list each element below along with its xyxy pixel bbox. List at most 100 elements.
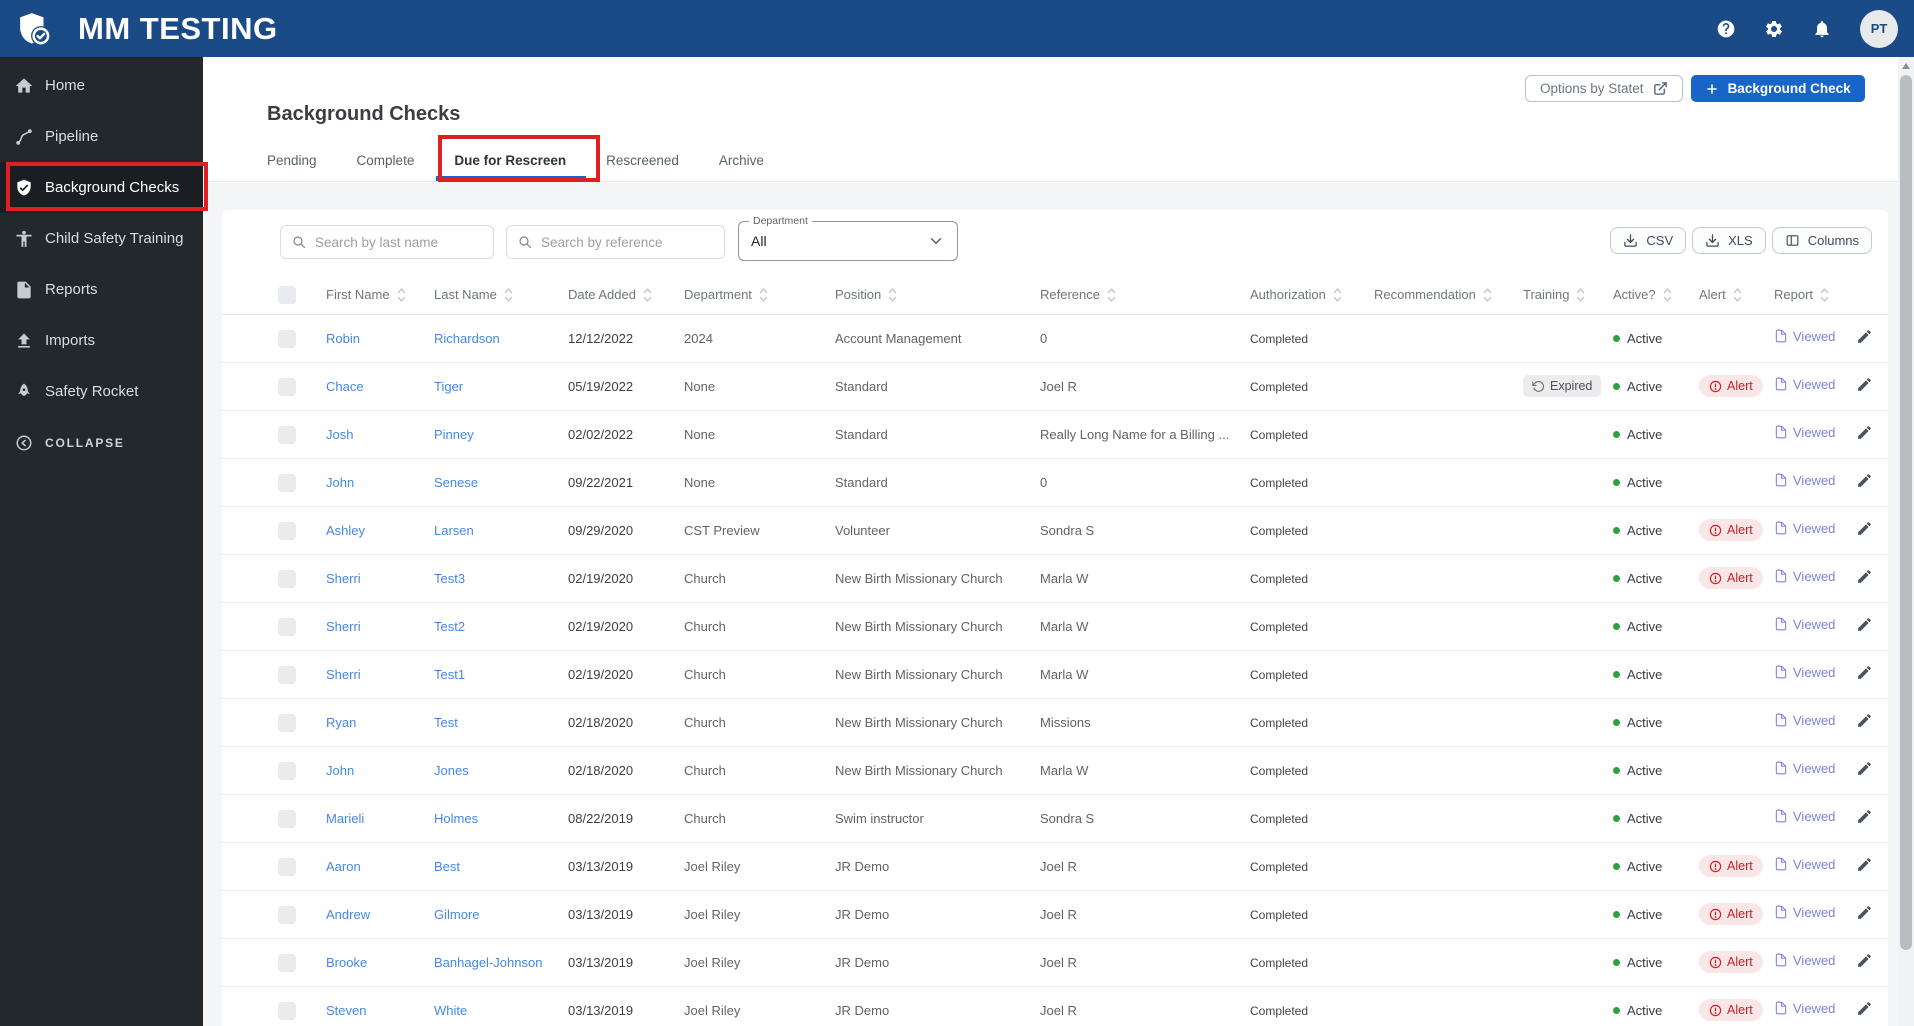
tab-pending[interactable]: Pending [267, 139, 317, 181]
last-name-link[interactable]: Test1 [434, 667, 465, 682]
add-background-check-button[interactable]: Background Check [1690, 75, 1865, 102]
row-checkbox[interactable] [278, 905, 296, 924]
pencil-icon[interactable] [1856, 856, 1873, 873]
last-name-link[interactable]: Gilmore [434, 907, 480, 922]
select-all-checkbox[interactable] [278, 285, 296, 304]
column-header-last-name[interactable]: Last Name [434, 287, 568, 303]
pencil-icon[interactable] [1856, 760, 1873, 777]
first-name-link[interactable]: Chace [326, 379, 364, 394]
last-name-link[interactable]: Richardson [434, 331, 500, 346]
row-checkbox[interactable] [278, 617, 296, 636]
row-checkbox[interactable] [278, 425, 296, 444]
column-header-recommendation[interactable]: Recommendation [1374, 287, 1523, 303]
pencil-icon[interactable] [1856, 568, 1873, 585]
row-checkbox[interactable] [278, 521, 296, 540]
sidebar-collapse-button[interactable]: COLLAPSE [0, 417, 203, 468]
viewed-report-link[interactable]: Viewed [1774, 569, 1835, 584]
row-checkbox[interactable] [278, 329, 296, 348]
viewed-report-link[interactable]: Viewed [1774, 809, 1835, 824]
viewed-report-link[interactable]: Viewed [1774, 425, 1835, 440]
row-checkbox[interactable] [278, 953, 296, 972]
column-header-active-[interactable]: Active? [1613, 287, 1699, 303]
avatar[interactable]: PT [1860, 9, 1898, 48]
column-header-date-added[interactable]: Date Added [568, 287, 684, 303]
pencil-icon[interactable] [1856, 712, 1873, 729]
last-name-link[interactable]: Senese [434, 475, 478, 490]
gear-icon[interactable] [1764, 19, 1784, 39]
pencil-icon[interactable] [1856, 616, 1873, 633]
first-name-link[interactable]: Sherri [326, 571, 361, 586]
viewed-report-link[interactable]: Viewed [1774, 905, 1835, 920]
last-name-link[interactable]: Banhagel-Johnson [434, 955, 542, 970]
search-last-name-input[interactable] [315, 234, 483, 250]
column-header-reference[interactable]: Reference [1040, 287, 1250, 303]
viewed-report-link[interactable]: Viewed [1774, 1001, 1835, 1016]
pencil-icon[interactable] [1856, 904, 1873, 921]
column-header-training[interactable]: Training [1523, 287, 1613, 303]
viewed-report-link[interactable]: Viewed [1774, 713, 1835, 728]
first-name-link[interactable]: Ryan [326, 715, 356, 730]
last-name-link[interactable]: Test [434, 715, 458, 730]
bell-icon[interactable] [1812, 19, 1832, 39]
last-name-link[interactable]: Test3 [434, 571, 465, 586]
first-name-link[interactable]: John [326, 475, 354, 490]
viewed-report-link[interactable]: Viewed [1774, 329, 1835, 344]
tab-archive[interactable]: Archive [719, 139, 764, 181]
sidebar-item-child-safety-training[interactable]: Child Safety Training [0, 213, 203, 264]
viewed-report-link[interactable]: Viewed [1774, 521, 1835, 536]
viewed-report-link[interactable]: Viewed [1774, 761, 1835, 776]
first-name-link[interactable]: Brooke [326, 955, 367, 970]
sidebar-item-pipeline[interactable]: Pipeline [0, 111, 203, 162]
first-name-link[interactable]: Robin [326, 331, 360, 346]
viewed-report-link[interactable]: Viewed [1774, 473, 1835, 488]
department-select[interactable]: Department All [738, 215, 958, 261]
last-name-link[interactable]: Larsen [434, 523, 474, 538]
viewed-report-link[interactable]: Viewed [1774, 857, 1835, 872]
sidebar-item-reports[interactable]: Reports [0, 264, 203, 315]
first-name-link[interactable]: Aaron [326, 859, 361, 874]
first-name-link[interactable]: Sherri [326, 619, 361, 634]
row-checkbox[interactable] [278, 473, 296, 492]
viewed-report-link[interactable]: Viewed [1774, 665, 1835, 680]
viewed-report-link[interactable]: Viewed [1774, 617, 1835, 632]
options-by-state-button[interactable]: Options by Statet [1525, 75, 1683, 102]
last-name-link[interactable]: Holmes [434, 811, 478, 826]
sidebar-item-background-checks[interactable]: Background Checks [0, 162, 203, 213]
first-name-link[interactable]: Steven [326, 1003, 366, 1018]
first-name-link[interactable]: Marieli [326, 811, 364, 826]
column-header-alert[interactable]: Alert [1699, 287, 1774, 303]
sidebar-item-safety-rocket[interactable]: Safety Rocket [0, 366, 203, 417]
column-header-position[interactable]: Position [835, 287, 1040, 303]
csv-button[interactable]: CSV [1610, 227, 1687, 254]
pencil-icon[interactable] [1856, 328, 1873, 345]
row-checkbox[interactable] [278, 377, 296, 396]
first-name-link[interactable]: John [326, 763, 354, 778]
pencil-icon[interactable] [1856, 808, 1873, 825]
pencil-icon[interactable] [1856, 520, 1873, 537]
sidebar-item-home[interactable]: Home [0, 60, 203, 111]
pencil-icon[interactable] [1856, 664, 1873, 681]
viewed-report-link[interactable]: Viewed [1774, 377, 1835, 392]
scrollbar-up-arrow[interactable] [1898, 57, 1914, 74]
tab-due-for-rescreen[interactable]: Due for Rescreen [436, 139, 586, 181]
pencil-icon[interactable] [1856, 376, 1873, 393]
last-name-link[interactable]: Tiger [434, 379, 463, 394]
column-header-department[interactable]: Department [684, 287, 835, 303]
scrollbar-thumb[interactable] [1900, 75, 1912, 950]
pencil-icon[interactable] [1856, 424, 1873, 441]
row-checkbox[interactable] [278, 857, 296, 876]
last-name-link[interactable]: Best [434, 859, 460, 874]
row-checkbox[interactable] [278, 1001, 296, 1020]
first-name-link[interactable]: Andrew [326, 907, 370, 922]
viewed-report-link[interactable]: Viewed [1774, 953, 1835, 968]
row-checkbox[interactable] [278, 761, 296, 780]
last-name-link[interactable]: Jones [434, 763, 469, 778]
last-name-link[interactable]: Test2 [434, 619, 465, 634]
row-checkbox[interactable] [278, 569, 296, 588]
columns-button[interactable]: Columns [1771, 227, 1872, 254]
pencil-icon[interactable] [1856, 472, 1873, 489]
sidebar-item-imports[interactable]: Imports [0, 315, 203, 366]
row-checkbox[interactable] [278, 809, 296, 828]
first-name-link[interactable]: Josh [326, 427, 353, 442]
question-circle-icon[interactable] [1716, 19, 1736, 39]
